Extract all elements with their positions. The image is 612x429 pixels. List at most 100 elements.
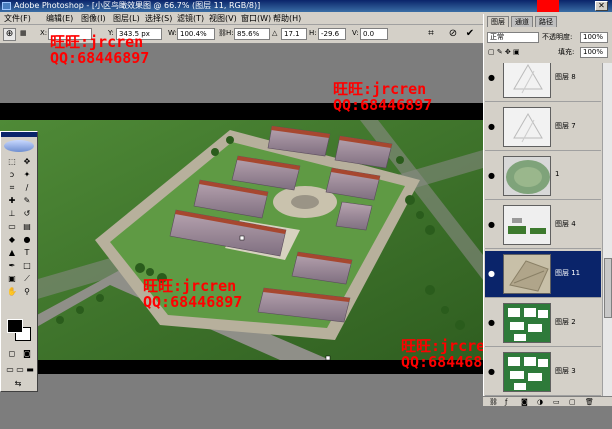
layers-scrollbar[interactable] <box>602 63 612 406</box>
visibility-eye-icon[interactable]: ● <box>488 220 495 229</box>
magic-wand-tool-icon[interactable]: ✦ <box>20 169 34 180</box>
zoom-tool-icon[interactable]: ⚲ <box>20 286 34 297</box>
layer-name: 图层 7 <box>555 122 576 130</box>
menu-file[interactable]: 文件(F) <box>4 13 31 24</box>
blur-tool-icon[interactable]: ◆ <box>5 234 19 245</box>
tab-paths[interactable]: 路径 <box>535 16 557 27</box>
photoshop-feather-logo[interactable] <box>4 140 34 152</box>
w-label: W: <box>168 29 177 37</box>
menu-edit[interactable]: 编辑(E) <box>46 13 73 24</box>
layer-row[interactable]: ● 图层 2 <box>485 300 601 347</box>
pen-tool-icon[interactable]: ✒ <box>5 260 19 271</box>
path-selection-tool-icon[interactable]: ▲ <box>5 247 19 258</box>
watermark-line1: 旺旺:jrcren <box>333 80 427 98</box>
opacity-label: 不透明度: <box>542 33 573 41</box>
tab-layers[interactable]: 图层 <box>487 16 509 27</box>
menu-filter[interactable]: 滤镜(T) <box>177 13 204 24</box>
visibility-eye-icon[interactable]: ● <box>488 171 495 180</box>
height-field[interactable]: 85.6% <box>234 28 270 40</box>
transform-tool-icon[interactable]: ⊕ <box>3 28 16 41</box>
move-tool-icon[interactable]: ✥ <box>20 156 34 167</box>
commit-transform-button[interactable]: ✔ <box>464 28 476 40</box>
blend-mode-select[interactable]: 正常 <box>487 32 539 43</box>
new-layer-icon[interactable]: ▢ <box>569 398 576 406</box>
aerial-rendering-image <box>0 120 483 360</box>
menu-layer[interactable]: 图层(L) <box>113 13 140 24</box>
angle-field[interactable]: 17.1 <box>281 28 307 40</box>
layer-thumbnail <box>503 63 551 98</box>
hskew-field[interactable]: -29.6 <box>318 28 346 40</box>
brush-tool-icon[interactable]: ✎ <box>20 195 34 206</box>
dodge-tool-icon[interactable]: ● <box>20 234 34 245</box>
layer-name: 图层 3 <box>555 367 576 375</box>
jump-to-imageready-icon[interactable]: ⇆ <box>11 378 25 389</box>
photoshop-app-icon <box>2 2 11 10</box>
toolbox-title-bar[interactable] <box>1 132 37 137</box>
quick-mask-icon[interactable]: ◙ <box>20 348 34 359</box>
healing-brush-tool-icon[interactable]: ✚ <box>5 195 19 206</box>
shape-tool-icon[interactable]: □ <box>20 260 34 271</box>
layer-thumbnail <box>503 156 551 196</box>
visibility-eye-icon[interactable]: ● <box>488 318 495 327</box>
h-label: H: <box>226 29 234 37</box>
watermark: 旺旺:jrcren QQ:68446897 <box>143 278 242 310</box>
new-group-icon[interactable]: ▭ <box>553 398 560 406</box>
adjustment-layer-icon[interactable]: ◑ <box>537 398 543 406</box>
menu-view[interactable]: 视图(V) <box>209 13 237 24</box>
notes-tool-icon[interactable]: ▣ <box>5 273 19 284</box>
menu-select[interactable]: 选择(S) <box>145 13 172 24</box>
layer-mask-icon[interactable]: ◙ <box>521 398 528 406</box>
width-field[interactable]: 100.4% <box>177 28 215 40</box>
layer-row[interactable]: ● 图层 7 <box>485 104 601 151</box>
eraser-tool-icon[interactable]: ▭ <box>5 221 19 232</box>
vskew-field[interactable]: 0.0 <box>360 28 388 40</box>
cancel-transform-button[interactable]: ⊘ <box>447 28 459 40</box>
menu-help[interactable]: 帮助(H) <box>273 13 301 24</box>
visibility-eye-icon[interactable]: ● <box>488 367 495 376</box>
visibility-eye-icon[interactable]: ● <box>488 122 495 131</box>
warp-icon[interactable]: ⌗ <box>425 28 437 40</box>
layer-thumbnail <box>503 254 551 294</box>
layers-panel: 图层 通道 路径 正常 不透明度: 100% ▢ ✎ ✥ ▣ 填充: 100% … <box>483 14 612 406</box>
window-title: Adobe Photoshop - [小区鸟瞰效果图 @ 66.7% (图层 1… <box>14 1 261 10</box>
layer-thumbnail <box>503 107 551 147</box>
link-layers-icon[interactable]: ⛓ <box>489 398 498 406</box>
opacity-field[interactable]: 100% <box>580 32 608 43</box>
standard-mode-icon[interactable]: ◻ <box>5 348 19 359</box>
vskew-label: V: <box>352 29 359 37</box>
layer-thumbnail <box>503 205 551 245</box>
layer-row[interactable]: ● 图层 4 <box>485 202 601 249</box>
close-window-button[interactable]: ✕ <box>595 1 608 11</box>
type-tool-icon[interactable]: T <box>20 247 34 258</box>
delete-layer-icon[interactable]: 🗑 <box>585 398 594 406</box>
watermark: 旺旺:jrcren QQ:68446897 <box>50 34 149 66</box>
history-brush-tool-icon[interactable]: ↺ <box>20 208 34 219</box>
toolbox-panel: ⬚ ✥ ↄ ✦ ⌗ ∕ ✚ ✎ ⊥ ↺ ▭ ▤ ◆ ● ▲ T ✒ □ ▣ ⟋ … <box>0 131 38 392</box>
foreground-color-swatch[interactable] <box>7 319 23 333</box>
layer-row[interactable]: ● 图层 8 <box>485 63 601 102</box>
lasso-tool-icon[interactable]: ↄ <box>5 169 19 180</box>
scrollbar-thumb[interactable] <box>604 258 612 318</box>
visibility-eye-icon[interactable]: ● <box>488 269 495 278</box>
hand-tool-icon[interactable]: ✋ <box>5 286 19 297</box>
visibility-eye-icon[interactable]: ● <box>488 73 495 82</box>
tab-channels[interactable]: 通道 <box>511 16 533 27</box>
reference-point-icon[interactable]: ▦ <box>20 29 27 37</box>
marquee-tool-icon[interactable]: ⬚ <box>5 156 19 167</box>
crop-tool-icon[interactable]: ⌗ <box>5 182 19 193</box>
gradient-tool-icon[interactable]: ▤ <box>20 221 34 232</box>
document-canvas[interactable] <box>0 120 483 360</box>
fill-field[interactable]: 100% <box>580 47 608 58</box>
layer-row[interactable]: ● 1 <box>485 153 601 200</box>
stamp-tool-icon[interactable]: ⊥ <box>5 208 19 219</box>
layers-panel-footer: ⛓ ƒ ◙ ◑ ▭ ▢ 🗑 <box>483 396 612 406</box>
layer-row[interactable]: ● 图层 3 <box>485 349 601 396</box>
menu-window[interactable]: 窗口(W) <box>241 13 271 24</box>
menu-image[interactable]: 图像(I) <box>81 13 106 24</box>
screen-mode-black-icon[interactable]: ▬ <box>23 364 37 375</box>
layer-row[interactable]: ● 图层 11 <box>485 251 601 298</box>
eyedropper-tool-icon[interactable]: ⟋ <box>20 273 34 284</box>
layer-style-icon[interactable]: ƒ <box>505 398 507 406</box>
lock-icons[interactable]: ▢ ✎ ✥ ▣ <box>488 47 520 58</box>
slice-tool-icon[interactable]: ∕ <box>20 182 34 193</box>
